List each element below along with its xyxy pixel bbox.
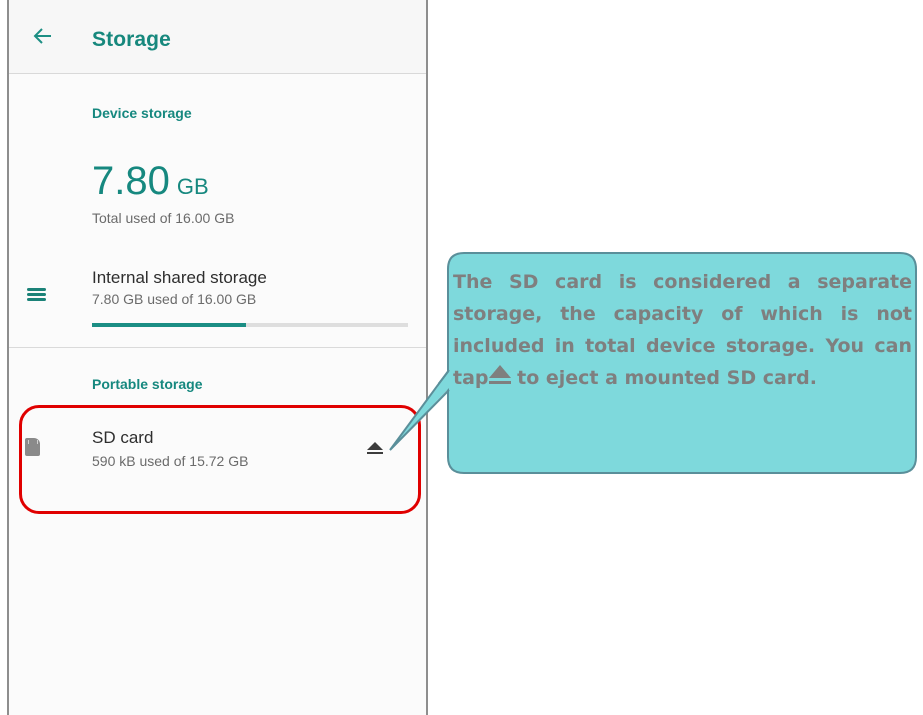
eject-icon [488,365,511,385]
total-used-caption: Total used of 16.00 GB [92,210,235,226]
callout-text: The SD card is considered a separate sto… [453,266,912,394]
internal-storage-progress [92,323,408,327]
phone-screen: Storage Device storage 7.80 GB Total use… [7,0,428,715]
callout-text-end: to eject a mounted SD card. [510,367,817,389]
divider [9,347,426,348]
total-used-value: 7.80 GB [92,159,209,204]
device-storage-heading: Device storage [92,105,192,121]
internal-storage-title: Internal shared storage [92,268,267,287]
app-bar: Storage [9,0,426,74]
back-arrow-icon[interactable] [31,24,55,48]
callout-pointer [389,369,450,451]
portable-storage-heading: Portable storage [92,376,203,392]
storage-list-icon [27,288,46,302]
sd-card-highlight-frame [19,405,421,514]
page-title: Storage [92,28,171,51]
total-used-number: 7.80 [92,159,170,203]
internal-storage-subtitle: 7.80 GB used of 16.00 GB [92,291,257,307]
internal-storage-progress-fill [92,323,247,327]
total-used-unit: GB [176,174,209,199]
